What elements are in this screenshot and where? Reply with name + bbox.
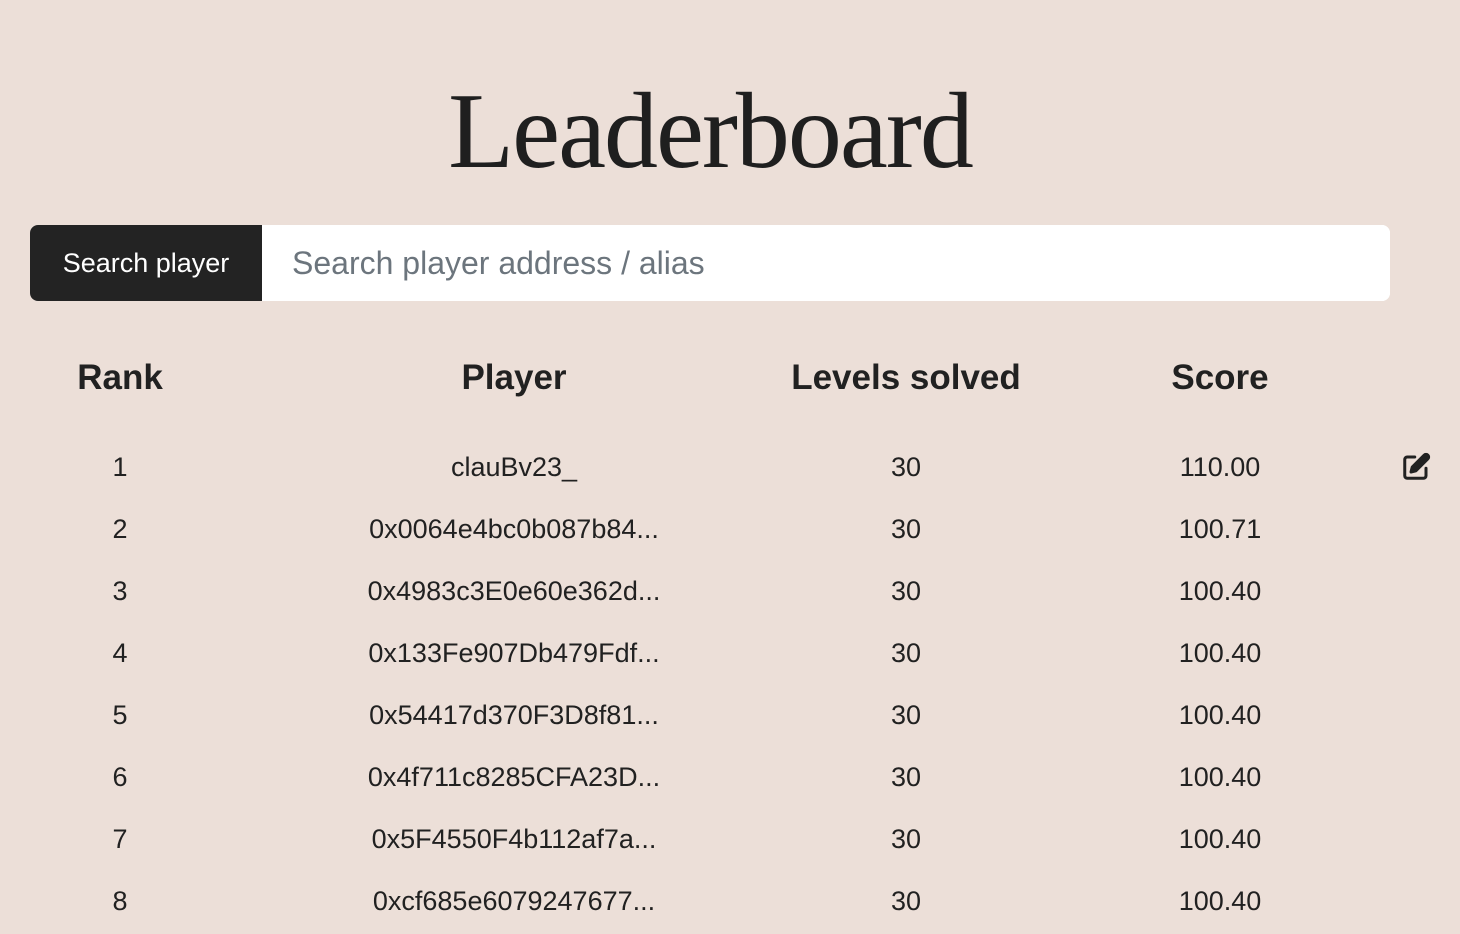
header-levels-solved: Levels solved <box>791 358 1021 397</box>
table-row: 3 0x4983c3E0e60e362d... 30 100.40 <box>0 560 1460 622</box>
rank-cell: 7 <box>112 823 128 854</box>
levels-cell: 30 <box>890 513 922 544</box>
score-cell: 110.00 <box>1179 451 1261 482</box>
score-cell: 100.40 <box>1178 637 1262 668</box>
score-cell: 100.40 <box>1178 885 1262 916</box>
rank-cell: 5 <box>112 699 128 730</box>
search-label: Search player <box>30 225 262 301</box>
rank-cell: 3 <box>112 575 128 606</box>
score-cell: 100.40 <box>1178 575 1262 606</box>
rank-cell: 4 <box>112 637 128 668</box>
levels-cell: 30 <box>890 823 922 854</box>
player-cell: 0x54417d370F3D8f81... <box>369 699 659 730</box>
table-row: 7 0x5F4550F4b112af7a... 30 100.40 <box>0 808 1460 870</box>
table-row: 5 0x54417d370F3D8f81... 30 100.40 <box>0 684 1460 746</box>
header-rank: Rank <box>77 358 163 397</box>
table-row: 8 0xcf685e6079247677... 30 100.40 <box>0 870 1460 932</box>
player-cell: 0x0064e4bc0b087b84... <box>369 513 659 544</box>
levels-cell: 30 <box>890 761 922 792</box>
levels-cell: 30 <box>890 699 922 730</box>
player-cell: 0xcf685e6079247677... <box>372 885 656 916</box>
leaderboard-table: Rank Player Levels solved Score 1 clauBv… <box>0 340 1460 932</box>
header-player: Player <box>461 358 567 397</box>
score-cell: 100.40 <box>1178 823 1262 854</box>
page-title: Leaderboard <box>448 72 974 191</box>
rank-cell: 2 <box>112 513 128 544</box>
rank-cell: 1 <box>112 451 128 482</box>
table-row: 6 0x4f711c8285CFA23D... 30 100.40 <box>0 746 1460 808</box>
levels-cell: 30 <box>890 451 922 482</box>
table-row: 4 0x133Fe907Db479Fdf... 30 100.40 <box>0 622 1460 684</box>
header-score: Score <box>1171 358 1269 397</box>
player-cell: 0x4f711c8285CFA23D... <box>367 761 661 792</box>
levels-cell: 30 <box>890 575 922 606</box>
table-row: 2 0x0064e4bc0b087b84... 30 100.71 <box>0 498 1460 560</box>
levels-cell: 30 <box>890 637 922 668</box>
player-cell: clauBv23_ <box>450 451 578 482</box>
player-cell: 0x4983c3E0e60e362d... <box>367 575 661 606</box>
table-row: 1 clauBv23_ 30 110.00 <box>0 436 1460 498</box>
edit-icon[interactable] <box>1390 436 1442 498</box>
search-input[interactable] <box>262 225 1390 301</box>
table-header-row: Rank Player Levels solved Score <box>0 340 1460 416</box>
score-cell: 100.71 <box>1178 513 1262 544</box>
player-cell: 0x5F4550F4b112af7a... <box>371 823 657 854</box>
score-cell: 100.40 <box>1178 699 1262 730</box>
rank-cell: 8 <box>112 885 128 916</box>
player-cell: 0x133Fe907Db479Fdf... <box>368 637 660 668</box>
levels-cell: 30 <box>890 885 922 916</box>
search-bar: Search player <box>30 225 1390 301</box>
rank-cell: 6 <box>112 761 128 792</box>
score-cell: 100.40 <box>1178 761 1262 792</box>
